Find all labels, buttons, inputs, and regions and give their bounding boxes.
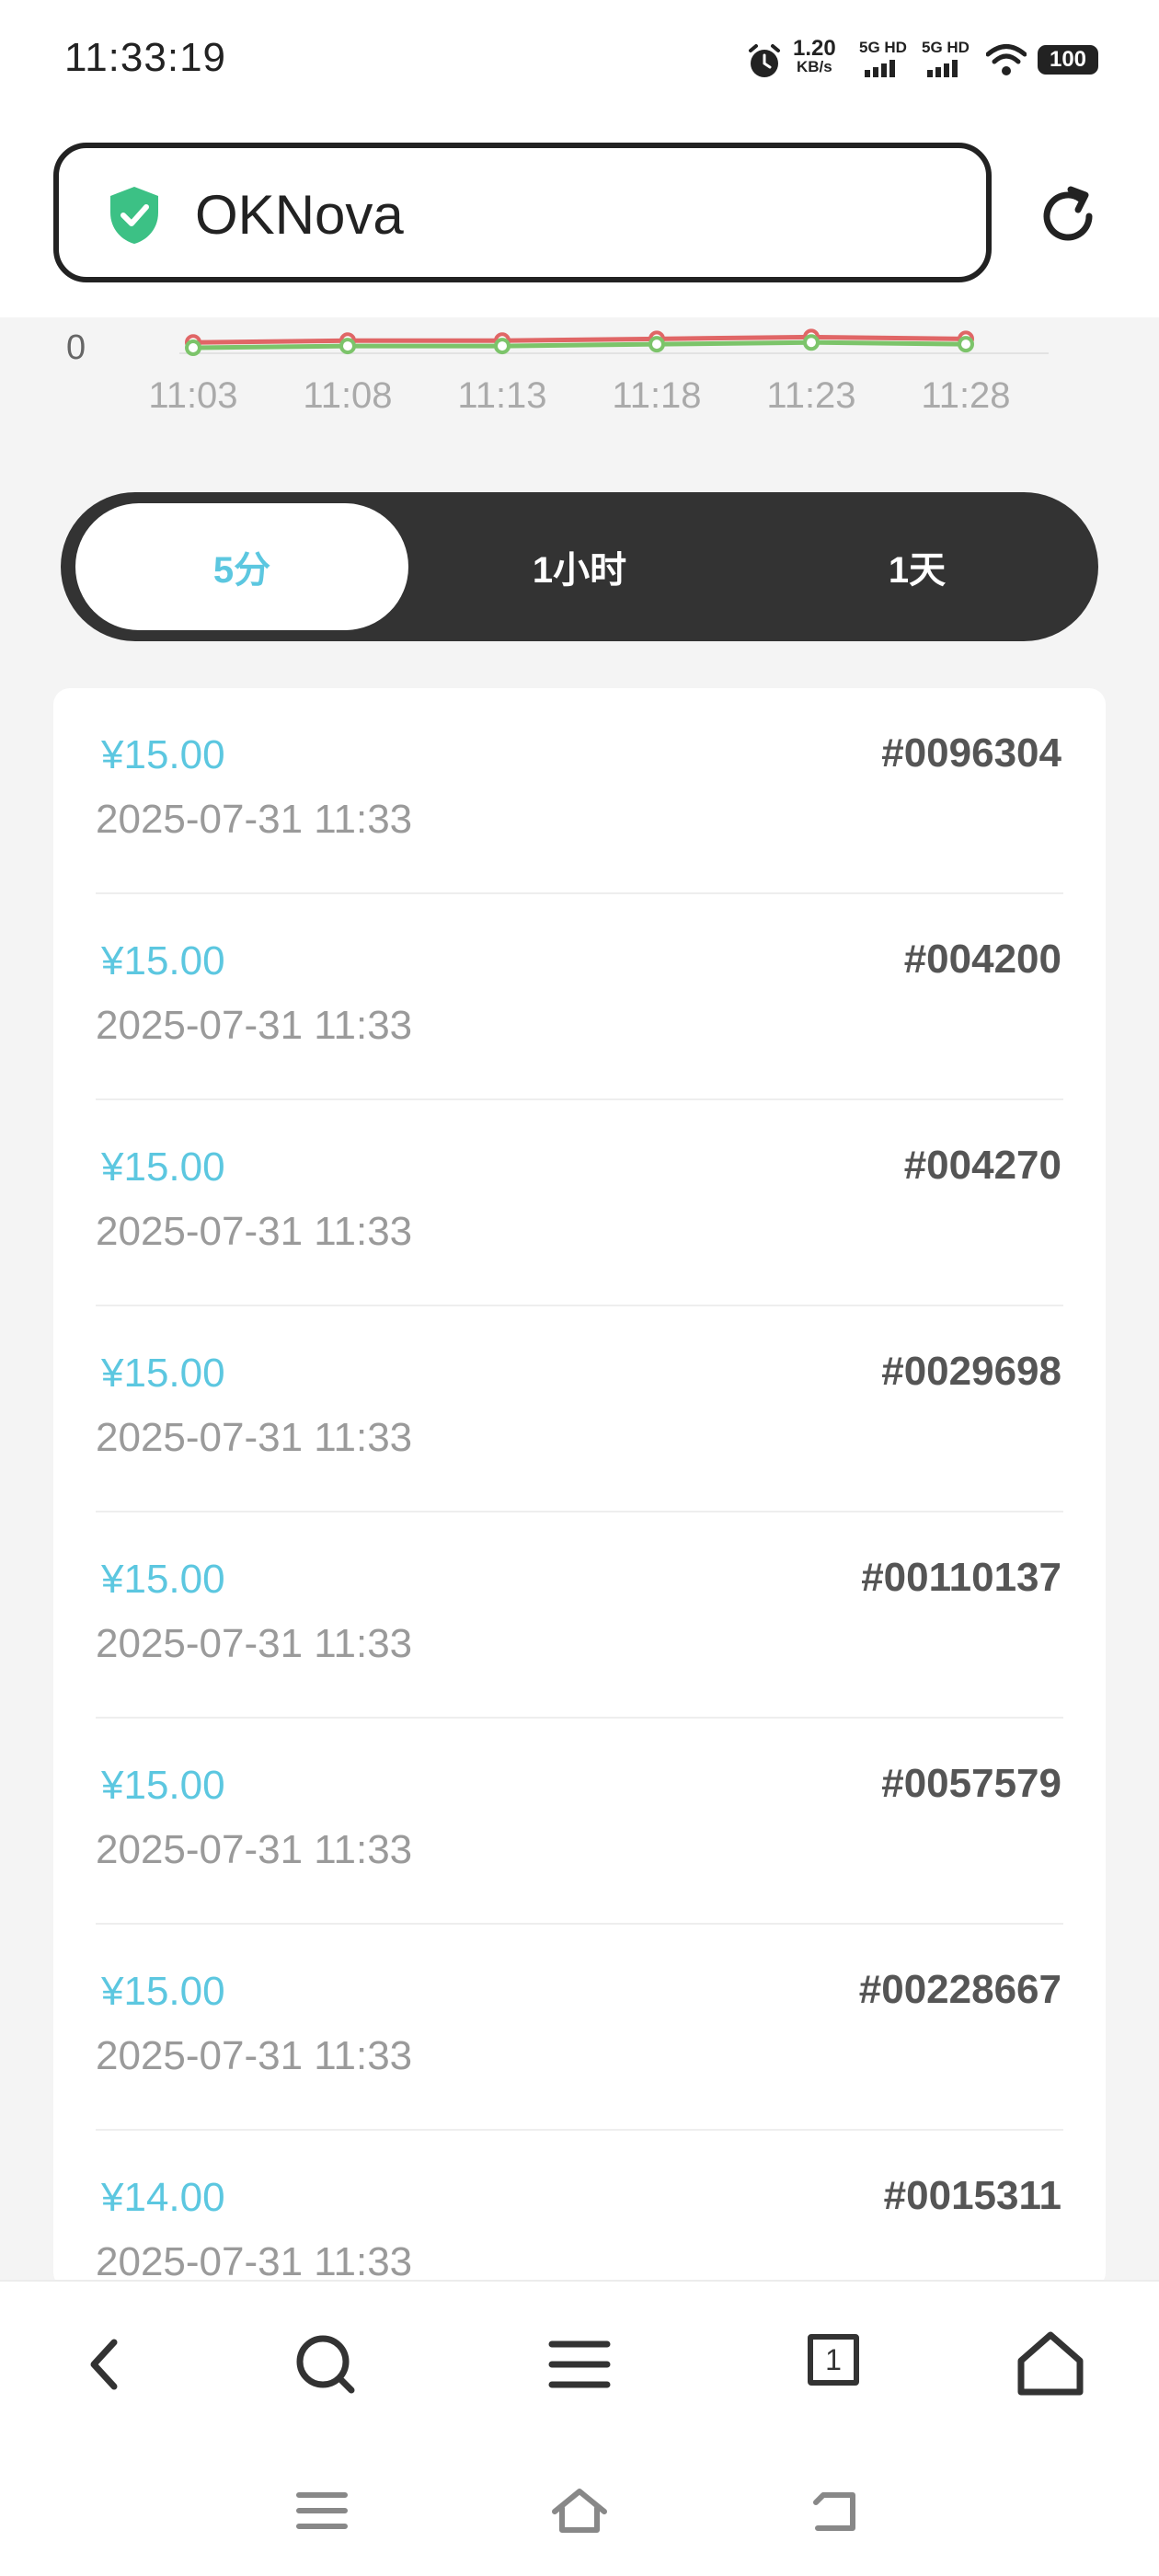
net-speed: 1.20 KB/s bbox=[793, 36, 836, 75]
trade-order-id: #0057579 bbox=[881, 1761, 1061, 1806]
x-tick-label: 11:18 bbox=[612, 375, 701, 416]
data-point bbox=[648, 336, 665, 353]
sim1-label: 5G HD bbox=[859, 39, 907, 56]
signal-icon bbox=[865, 60, 895, 77]
shield-check-icon bbox=[110, 187, 158, 244]
list-item[interactable]: ¥15.00 2025-07-31 11:33 #004200 bbox=[53, 894, 1106, 1100]
x-tick-label: 11:08 bbox=[303, 375, 392, 416]
trade-date: 2025-07-31 11:33 bbox=[96, 2239, 413, 2284]
list-item[interactable]: ¥15.00 2025-07-31 11:33 #00110137 bbox=[53, 1512, 1106, 1719]
status-bar: 11:33:19 1.20 KB/s 5G HD 5G HD 100 bbox=[0, 0, 1159, 129]
address-bar[interactable]: OKNova bbox=[53, 143, 992, 282]
trade-date: 2025-07-31 11:33 bbox=[96, 2033, 413, 2078]
trade-price: ¥15.00 bbox=[101, 1969, 225, 2014]
alarm-icon bbox=[749, 44, 780, 77]
trade-price: ¥15.00 bbox=[101, 938, 225, 983]
trade-price: ¥15.00 bbox=[101, 732, 225, 777]
tab-5min[interactable]: 5分 bbox=[75, 503, 408, 630]
header: OKNova bbox=[0, 129, 1159, 317]
trade-order-id: #004200 bbox=[903, 937, 1061, 982]
home-icon[interactable] bbox=[1012, 2326, 1089, 2403]
trade-date: 2025-07-31 11:33 bbox=[96, 797, 413, 842]
list-item[interactable]: ¥15.00 2025-07-31 11:33 #0096304 bbox=[53, 688, 1106, 894]
sim1-signal: 5G HD bbox=[859, 39, 907, 77]
data-point bbox=[803, 334, 820, 351]
wifi-icon bbox=[986, 44, 1027, 75]
data-point bbox=[339, 338, 356, 355]
price-chart-svg: 0 11:03 11:08 11:13 11:18 11:23 11:28 bbox=[66, 328, 1049, 416]
data-point bbox=[494, 338, 511, 355]
net-speed-unit: KB/s bbox=[796, 58, 832, 75]
battery-indicator: 100 bbox=[1038, 45, 1098, 75]
trade-date: 2025-07-31 11:33 bbox=[96, 1209, 413, 1254]
net-speed-value: 1.20 bbox=[793, 36, 836, 61]
back-icon[interactable] bbox=[805, 2484, 869, 2537]
trade-date: 2025-07-31 11:33 bbox=[96, 1621, 413, 1666]
list-item[interactable]: ¥15.00 2025-07-31 11:33 #0029698 bbox=[53, 1306, 1106, 1512]
tab-1day[interactable]: 1天 bbox=[751, 503, 1084, 630]
menu-icon[interactable] bbox=[541, 2326, 618, 2403]
trade-price: ¥15.00 bbox=[101, 1144, 225, 1190]
x-tick-label: 11:03 bbox=[148, 375, 237, 416]
price-chart: 0 11:03 11:08 11:13 11:18 11:23 11:28 bbox=[0, 317, 1159, 437]
trade-price: ¥15.00 bbox=[101, 1763, 225, 1808]
y-tick-label: 0 bbox=[66, 328, 86, 367]
x-tick-label: 11:13 bbox=[457, 375, 546, 416]
trade-price: ¥14.00 bbox=[101, 2175, 225, 2220]
timeframe-selector: 5分 1小时 1天 bbox=[61, 492, 1098, 641]
home-icon[interactable] bbox=[547, 2484, 612, 2537]
tab-1hour[interactable]: 1小时 bbox=[413, 503, 746, 630]
data-point bbox=[185, 339, 201, 356]
list-item[interactable]: ¥15.00 2025-07-31 11:33 #00228667 bbox=[53, 1925, 1106, 2131]
trade-order-id: #00228667 bbox=[858, 1967, 1061, 2012]
x-tick-label: 11:23 bbox=[766, 375, 855, 416]
back-icon[interactable] bbox=[68, 2326, 145, 2403]
list-item[interactable]: ¥15.00 2025-07-31 11:33 #0057579 bbox=[53, 1719, 1106, 1925]
trade-date: 2025-07-31 11:33 bbox=[96, 1827, 413, 1872]
trade-order-id: #0096304 bbox=[881, 730, 1061, 776]
status-time: 11:33:19 bbox=[64, 35, 227, 80]
status-icons: 1.20 KB/s 5G HD 5G HD 100 bbox=[745, 36, 1113, 85]
trade-list: ¥15.00 2025-07-31 11:33 #0096304 ¥15.00 … bbox=[53, 688, 1106, 2289]
trade-date: 2025-07-31 11:33 bbox=[96, 1003, 413, 1048]
list-item[interactable]: ¥14.00 2025-07-31 11:33 #0015311 bbox=[53, 2131, 1106, 2289]
trade-price: ¥15.00 bbox=[101, 1557, 225, 1602]
trade-order-id: #004270 bbox=[903, 1143, 1061, 1188]
list-item[interactable]: ¥15.00 2025-07-31 11:33 #004270 bbox=[53, 1100, 1106, 1306]
reload-button[interactable] bbox=[1034, 182, 1102, 250]
trade-order-id: #00110137 bbox=[861, 1555, 1061, 1600]
trade-order-id: #0015311 bbox=[883, 2173, 1061, 2218]
trade-order-id: #0029698 bbox=[881, 1349, 1061, 1394]
data-point bbox=[958, 336, 974, 353]
site-name: OKNova bbox=[195, 184, 404, 246]
recents-icon[interactable] bbox=[290, 2484, 354, 2537]
search-icon[interactable] bbox=[287, 2326, 364, 2403]
x-tick-label: 11:28 bbox=[921, 375, 1010, 416]
sim2-signal: 5G HD bbox=[922, 39, 970, 77]
system-navigation bbox=[0, 2445, 1159, 2576]
tabs-icon[interactable]: 1 bbox=[808, 2334, 859, 2386]
trade-price: ¥15.00 bbox=[101, 1351, 225, 1396]
browser-toolbar bbox=[0, 2280, 1159, 2445]
trade-date: 2025-07-31 11:33 bbox=[96, 1415, 413, 1460]
signal-icon bbox=[927, 60, 958, 77]
sim2-label: 5G HD bbox=[922, 39, 970, 56]
